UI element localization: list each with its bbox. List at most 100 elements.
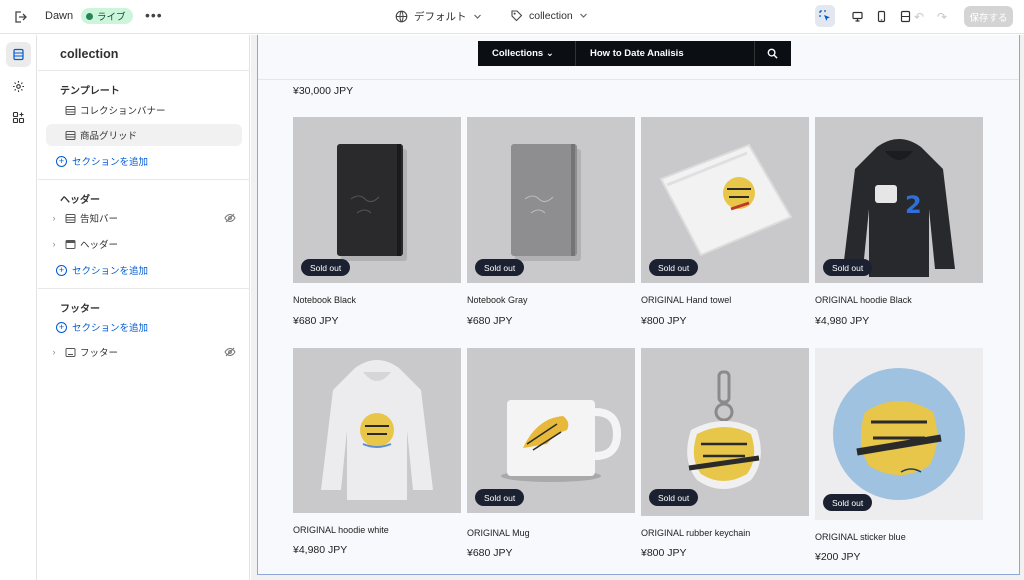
product-title[interactable]: ORIGINAL rubber keychain: [641, 528, 750, 538]
nav-how-to-link[interactable]: How to Date Analisis: [590, 48, 684, 59]
inspector-toggle-button[interactable]: [815, 5, 835, 27]
add-section-button-footer[interactable]: + セクションを追加: [46, 316, 242, 338]
add-section-label: セクションを追加: [72, 157, 149, 168]
add-section-label: セクションを追加: [72, 323, 149, 334]
product-price: ¥680 JPY: [293, 315, 339, 327]
redo-icon[interactable]: ↷: [937, 10, 947, 24]
chevron-right-icon[interactable]: ›: [48, 239, 60, 249]
mobile-view-button[interactable]: [871, 5, 891, 27]
product-title[interactable]: ORIGINAL hoodie Black: [815, 295, 912, 305]
search-icon[interactable]: [767, 48, 778, 62]
template-selector-label: collection: [529, 9, 573, 22]
sidebar-title: collection: [60, 47, 119, 61]
section-layout-icon: [64, 104, 76, 116]
undo-icon[interactable]: ↶: [914, 10, 924, 24]
product-price: ¥680 JPY: [467, 547, 513, 559]
product-title[interactable]: Notebook Gray: [467, 295, 528, 305]
header-layout-icon: [64, 238, 76, 250]
top-bar: Dawn ライブ ••• デフォルト collection ↶ ↷ 保存する: [0, 0, 1024, 34]
add-section-label: セクションを追加: [72, 266, 149, 277]
svg-text:2: 2: [905, 191, 922, 219]
mobile-icon: [877, 10, 885, 22]
divider: [258, 79, 1019, 80]
plus-circle-icon: +: [56, 321, 67, 333]
product-price: ¥30,000 JPY: [293, 85, 354, 97]
globe-icon: [395, 10, 408, 23]
product-image[interactable]: [293, 348, 461, 513]
divider: [38, 179, 250, 180]
device-toggle-group: [815, 5, 915, 27]
sold-out-badge: Sold out: [301, 259, 351, 276]
eye-hidden-icon[interactable]: [224, 212, 236, 227]
sections-sidebar: collection テンプレート コレクションバナー 商品グリッド + セクシ…: [38, 35, 250, 580]
chevron-right-icon[interactable]: ›: [48, 213, 60, 223]
store-nav-bar: Collections ⌄ How to Date Analisis: [478, 41, 791, 66]
sidebar-item-label: 商品グリッド: [80, 131, 138, 142]
sold-out-badge: Sold out: [823, 494, 873, 511]
product-title[interactable]: ORIGINAL Mug: [467, 528, 530, 538]
template-heading: テンプレート: [60, 86, 120, 97]
exit-icon[interactable]: [13, 10, 27, 24]
sidebar-item-collection-banner[interactable]: コレクションバナー: [46, 99, 242, 121]
chevron-down-icon: [473, 14, 481, 19]
sold-out-badge: Sold out: [649, 259, 699, 276]
live-dot-icon: [86, 12, 93, 20]
divider: [575, 41, 576, 66]
eye-hidden-icon[interactable]: [224, 346, 236, 361]
section-layout-icon: [64, 212, 76, 224]
sidebar-item-product-grid[interactable]: 商品グリッド: [46, 124, 242, 146]
theme-name: Dawn: [45, 10, 74, 22]
product-price: ¥4,980 JPY: [815, 315, 870, 327]
product-title[interactable]: ORIGINAL sticker blue: [815, 532, 906, 542]
tag-icon: [511, 10, 523, 22]
desktop-icon: [851, 11, 863, 22]
live-badge: ライブ: [81, 8, 133, 24]
footer-heading: フッター: [60, 304, 100, 315]
sidebar-item-announcement-bar[interactable]: › 告知バー: [46, 207, 242, 229]
sidebar-item-header[interactable]: › ヘッダー: [46, 233, 242, 255]
chevron-down-icon: ⌄: [545, 48, 554, 59]
fullscreen-view-button[interactable]: [895, 5, 915, 27]
sidebar-item-label: ヘッダー: [80, 240, 119, 251]
storefront-preview[interactable]: Collections ⌄ How to Date Analisis ¥30,0…: [257, 35, 1020, 575]
product-price: ¥200 JPY: [815, 551, 861, 563]
product-title[interactable]: ORIGINAL hoodie white: [293, 525, 389, 535]
product-title[interactable]: Notebook Black: [293, 295, 356, 305]
save-button[interactable]: 保存する: [964, 6, 1013, 27]
more-actions-button[interactable]: •••: [145, 7, 163, 23]
icon-rail: [0, 35, 37, 580]
gear-icon: [13, 81, 24, 92]
product-title[interactable]: ORIGINAL Hand towel: [641, 295, 731, 305]
view-selector[interactable]: デフォルト: [395, 9, 482, 24]
add-section-button-header[interactable]: + セクションを追加: [46, 259, 242, 281]
section-layout-icon: [64, 129, 76, 141]
chevron-down-icon: [579, 13, 587, 18]
plus-circle-icon: +: [56, 264, 67, 276]
fullscreen-icon: [900, 10, 910, 22]
divider: [754, 41, 755, 66]
plus-circle-icon: +: [56, 155, 67, 167]
footer-layout-icon: [64, 346, 76, 358]
apps-icon: [12, 111, 25, 124]
nav-collections-label: Collections: [492, 48, 544, 59]
divider: [38, 288, 250, 289]
sidebar-item-label: 告知バー: [80, 214, 119, 225]
cursor-select-icon: [818, 9, 830, 21]
theme-settings-nav-button[interactable]: [6, 74, 31, 99]
sold-out-badge: Sold out: [475, 259, 525, 276]
desktop-view-button[interactable]: [847, 5, 867, 27]
divider: [38, 70, 250, 71]
sold-out-badge: Sold out: [475, 489, 525, 506]
add-section-button-template[interactable]: + セクションを追加: [46, 150, 242, 172]
template-selector[interactable]: collection: [510, 9, 588, 22]
sidebar-item-label: フッター: [80, 348, 119, 359]
nav-collections-link[interactable]: Collections ⌄: [492, 48, 554, 59]
product-price: ¥4,980 JPY: [293, 544, 348, 556]
sidebar-item-footer[interactable]: › フッター: [46, 341, 242, 363]
sold-out-badge: Sold out: [649, 489, 699, 506]
sold-out-badge: Sold out: [823, 259, 873, 276]
chevron-right-icon[interactable]: ›: [48, 347, 60, 357]
apps-nav-button[interactable]: [6, 105, 31, 130]
sections-nav-button[interactable]: [6, 42, 31, 67]
product-price: ¥800 JPY: [641, 547, 687, 559]
